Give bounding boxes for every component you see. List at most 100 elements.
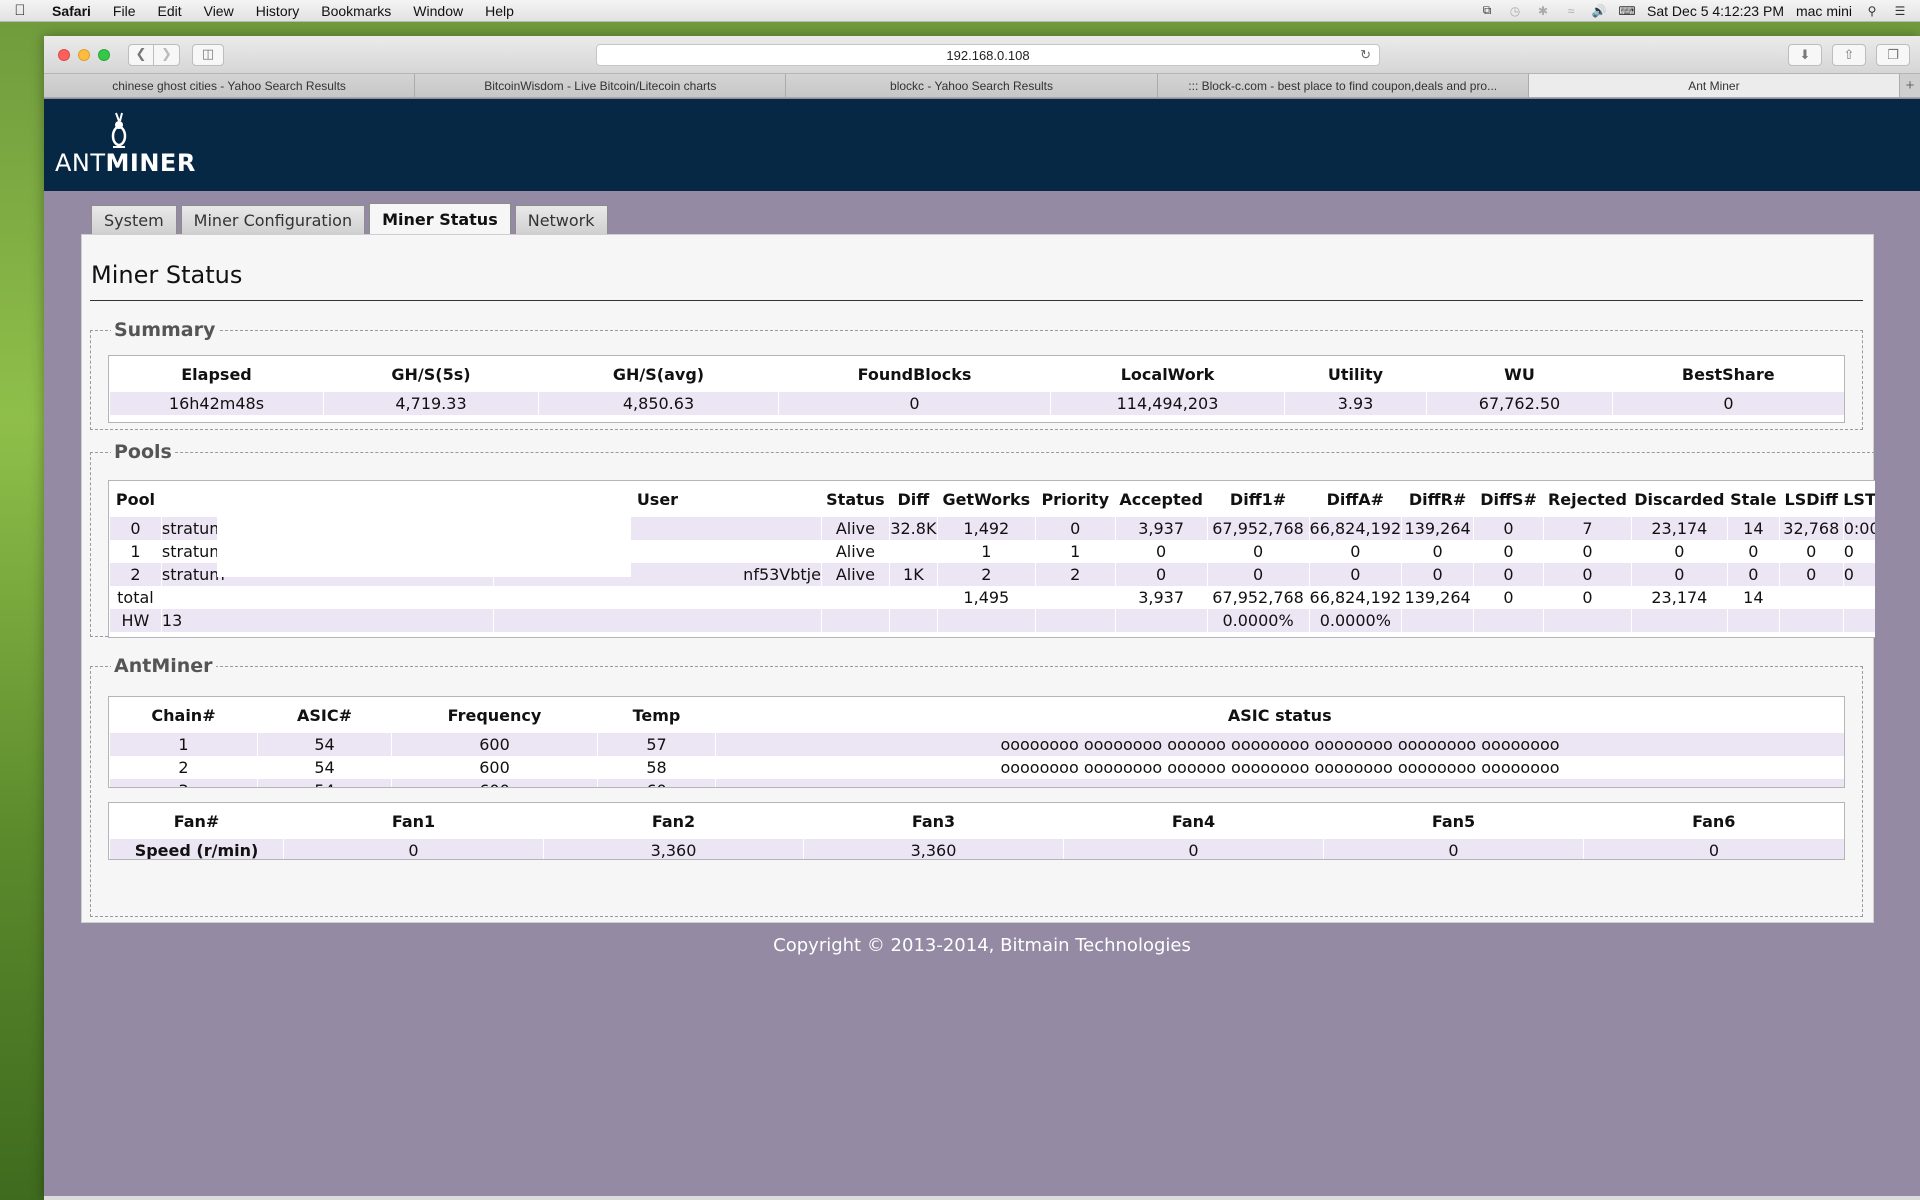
- pool-cell-discarded: 0: [1630, 540, 1728, 563]
- pools-header: Status: [826, 489, 885, 509]
- menu-file[interactable]: File: [102, 3, 147, 19]
- chain-cell-asic-status: oooooooo oooooooo oooooo oooooooo oooooo…: [715, 779, 1844, 787]
- keyboard-icon[interactable]: ⌨: [1618, 4, 1635, 18]
- tab-miner-status[interactable]: Miner Status: [369, 203, 511, 235]
- new-tab-icon[interactable]: +: [1900, 74, 1920, 97]
- wifi-icon[interactable]: ≈: [1563, 4, 1579, 18]
- chain-body: 1 54 600 57 oooooooo oooooooo oooooo ooooooo…: [109, 733, 1844, 787]
- pools-header: LSDiff: [1784, 489, 1838, 509]
- chain-header: ASIC#: [296, 705, 352, 725]
- fan-speed-row: Speed (r/min) 0 3,360 3,360 0 0 0: [109, 839, 1844, 859]
- address-bar[interactable]: 192.168.0.108 ↻: [596, 44, 1380, 66]
- downloads-button[interactable]: ⬇: [1788, 44, 1822, 66]
- pool-cell-status: Alive: [820, 563, 890, 586]
- tab-system[interactable]: System: [91, 205, 177, 235]
- pool-cell-lstime: 0: [1842, 540, 1875, 563]
- minimize-window-button[interactable]: [78, 48, 90, 61]
- menu-history[interactable]: History: [245, 3, 311, 19]
- tab-miner-configuration[interactable]: Miner Configuration: [180, 205, 366, 235]
- chevron-right-icon: ❯: [161, 47, 172, 62]
- pool-cell-diff1: 67,952,768: [1206, 517, 1310, 540]
- show-tabs-button[interactable]: ❐: [1876, 44, 1910, 66]
- toolbar-actions: ⬇ ⇧ ❐: [1788, 44, 1910, 66]
- menu-bar:  Safari File Edit View History Bookmark…: [0, 0, 1920, 22]
- content-panel: Miner Status Summary Elapsed GH/S(5s) GH…: [81, 234, 1875, 923]
- fan-speed-value: 3,360: [803, 839, 1064, 859]
- menu-help[interactable]: Help: [474, 3, 525, 19]
- pools-header: Accepted: [1119, 489, 1203, 509]
- browser-tab[interactable]: chinese ghost cities - Yahoo Search Resu…: [44, 74, 416, 97]
- browser-tab[interactable]: ::: Block-c.com - best place to find cou…: [1157, 74, 1529, 97]
- fan-table: Fan# Fan1 Fan2 Fan3 Fan4 Fan5 Fan6 Speed…: [108, 802, 1845, 860]
- fan-speed-value: 3,360: [543, 839, 804, 859]
- redaction-overlay: [217, 483, 631, 577]
- pool-cell-accepted: 3,937: [1114, 586, 1208, 609]
- chain-header: ASIC status: [1227, 705, 1332, 725]
- volume-icon[interactable]: 🔊: [1591, 4, 1607, 18]
- pools-header: Diff: [897, 489, 930, 509]
- pool-cell-stale: 14: [1726, 586, 1780, 609]
- pool-cell-getworks: [936, 609, 1036, 632]
- chain-grid: Chain# ASIC# Frequency Temp ASIC status …: [109, 697, 1844, 787]
- pool-cell-getworks: 1,492: [936, 517, 1036, 540]
- pool-cell-discarded: [1630, 609, 1728, 632]
- sidebar-toggle-button[interactable]: ◫: [192, 43, 224, 66]
- reload-icon[interactable]: ↻: [1360, 47, 1371, 63]
- page-title: Miner Status: [91, 261, 243, 289]
- browser-tab-active[interactable]: Ant Miner: [1528, 74, 1901, 97]
- pool-cell-discarded: 23,174: [1630, 517, 1728, 540]
- window-bottom-edge: [44, 1196, 1920, 1200]
- forward-button[interactable]: ❯: [154, 43, 180, 66]
- menu-bookmarks[interactable]: Bookmarks: [310, 3, 402, 19]
- notification-center-icon[interactable]: ☰: [1892, 4, 1908, 18]
- antminer-legend: AntMiner: [114, 655, 213, 677]
- pool-cell-priority: [1034, 609, 1116, 632]
- menu-clock[interactable]: Sat Dec 5 4:12:23 PM: [1647, 3, 1784, 19]
- zoom-window-button[interactable]: [98, 48, 110, 61]
- pool-cell-diffs: 0: [1473, 586, 1544, 609]
- spotlight-search-icon[interactable]: ⚲: [1864, 4, 1880, 18]
- pools-header: DiffA#: [1326, 489, 1385, 509]
- summary-header: Utility: [1327, 364, 1384, 384]
- close-window-button[interactable]: [58, 48, 70, 61]
- browser-tab[interactable]: BitcoinWisdom - Live Bitcoin/Litecoin ch…: [415, 74, 787, 97]
- pool-cell-discarded: 0: [1630, 563, 1728, 586]
- fan-header: Fan5: [1431, 811, 1476, 831]
- menu-edit[interactable]: Edit: [146, 3, 192, 19]
- chain-row: 2 54 600 58 oooooooo oooooooo oooooo ooooooo…: [109, 756, 1844, 779]
- time-machine-icon[interactable]: ◷: [1507, 4, 1523, 18]
- pool-cell-pool: 0: [109, 517, 162, 540]
- pool-cell-diffr: 0: [1401, 540, 1474, 563]
- pool-cell-stale: [1726, 609, 1780, 632]
- menu-user[interactable]: mac mini: [1796, 3, 1852, 19]
- apple-icon[interactable]: : [0, 2, 40, 19]
- tab-network[interactable]: Network: [514, 205, 608, 235]
- tabs-icon: ❐: [1887, 47, 1899, 63]
- chain-cell-frequency: 600: [391, 779, 598, 787]
- menu-window[interactable]: Window: [402, 3, 474, 19]
- pool-cell-url: 13: [160, 609, 494, 632]
- back-button[interactable]: ❮: [128, 43, 154, 66]
- pool-cell-rejected: 0: [1542, 540, 1632, 563]
- pool-row: HW 13 0.0000% 0.0000%: [109, 609, 1875, 632]
- bluetooth-icon[interactable]: ✱: [1535, 4, 1551, 18]
- browser-tab[interactable]: blockc - Yahoo Search Results: [786, 74, 1158, 97]
- pool-cell-pool: 1: [109, 540, 162, 563]
- fan-grid: Fan# Fan1 Fan2 Fan3 Fan4 Fan5 Fan6 Speed…: [109, 803, 1845, 859]
- summary-value: 4,719.33: [323, 392, 539, 415]
- pools-header: Stale: [1730, 489, 1777, 509]
- pool-cell-lsdiff: [1778, 586, 1844, 609]
- summary-table: Elapsed GH/S(5s) GH/S(avg) FoundBlocks L…: [108, 355, 1845, 423]
- menu-view[interactable]: View: [193, 3, 245, 19]
- summary-legend: Summary: [114, 319, 216, 341]
- browser-toolbar: ❮ ❯ ◫ 192.168.0.108 ↻ ⬇ ⇧ ❐: [44, 36, 1920, 74]
- fan-speed-value: 0: [1583, 839, 1844, 859]
- fan-header-row: Fan# Fan1 Fan2 Fan3 Fan4 Fan5 Fan6: [110, 803, 1845, 839]
- pool-cell-user: [492, 586, 822, 609]
- share-button[interactable]: ⇧: [1832, 44, 1866, 66]
- pool-cell-pool: 2: [109, 563, 162, 586]
- pool-cell-diff1: 67,952,768: [1206, 586, 1310, 609]
- menu-app[interactable]: Safari: [40, 3, 102, 19]
- pool-cell-lsdiff: 0: [1778, 540, 1844, 563]
- screen-share-icon[interactable]: ⧉: [1479, 3, 1495, 18]
